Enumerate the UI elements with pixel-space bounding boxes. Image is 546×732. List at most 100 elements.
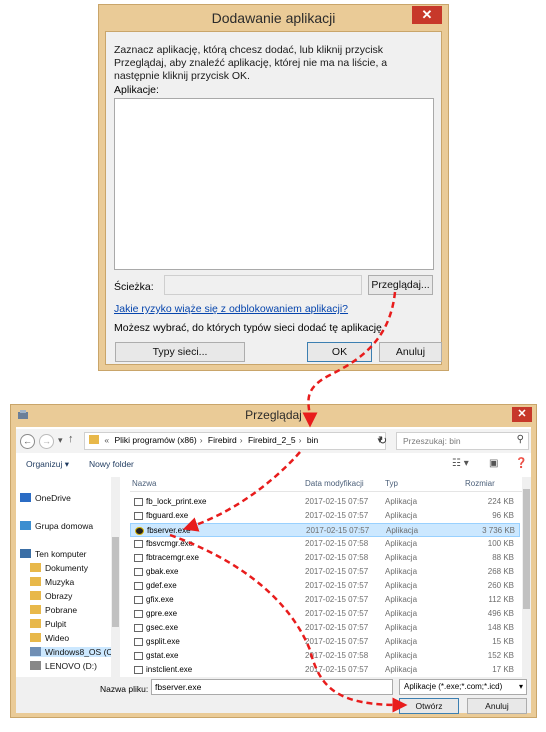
file-type: Aplikacja [385,651,418,660]
file-date: 2017-02-15 07:58 [305,539,369,548]
up-icon[interactable]: ↑ [68,433,74,445]
file-type: Aplikacja [385,595,418,604]
browse-client: ← → ▾ ↑ « Pliki programów (x86) › Firebir… [16,427,531,714]
risk-link[interactable]: Jakie ryzyko wiąże się z odblokowaniem a… [114,303,348,315]
homegroup-icon [20,521,31,530]
exe-file-icon [134,582,143,590]
cancel-button[interactable]: Anuluj [467,698,527,714]
search-placeholder: Przeszukaj: bin [403,436,461,446]
ok-button[interactable]: OK [307,342,372,362]
chevron-right-icon: › [298,435,302,445]
nav-item-label: Ten komputer [35,549,87,559]
apps-list[interactable] [114,98,434,270]
breadcrumb-program-files[interactable]: Pliki programów (x86) [114,435,196,445]
search-input[interactable]: Przeszukaj: bin ⚲ [396,432,529,450]
open-button[interactable]: Otwórz [399,698,459,714]
file-size: 152 KB [487,651,514,660]
file-type: Aplikacja [385,581,418,590]
cancel-button[interactable]: Anuluj [379,342,442,362]
organize-button[interactable]: Organizuj ▾ [26,459,69,470]
file-size: 224 KB [487,497,514,506]
search-icon[interactable]: ⚲ [517,434,524,445]
col-type[interactable]: Typ [385,479,398,488]
sort-up-icon: ˆ [210,477,213,484]
file-name: gsplit.exe [146,637,180,646]
nav-scroll-thumb[interactable] [112,537,119,627]
browse-titlebar[interactable]: Przeglądaj ✕ [11,405,536,425]
filetype-select[interactable]: Aplikacje (*.exe;*.com;*.icd) ▾ [399,679,527,695]
nav-item[interactable]: Windows8_OS (C [30,647,113,657]
file-row[interactable]: gstat.exe 2017-02-15 07:58 Aplikacja 152 KB [130,649,520,663]
header-divider [130,491,525,492]
file-row[interactable]: gsec.exe 2017-02-15 07:57 Aplikacja 148 KB [130,621,520,635]
file-size: 100 KB [487,539,514,548]
file-size: 268 KB [487,567,514,576]
nav-item[interactable]: Grupa domowa [20,521,93,531]
close-icon[interactable]: ✕ [412,6,442,24]
back-icon[interactable]: ← [20,434,35,449]
exe-file-icon [134,652,143,660]
new-folder-button[interactable]: Nowy folder [89,459,134,469]
recent-dropdown-icon[interactable]: ▾ [58,435,63,446]
file-row[interactable]: gbak.exe 2017-02-15 07:57 Aplikacja 268 KB [130,565,520,579]
file-size: 260 KB [487,581,514,590]
file-row[interactable]: fbtracemgr.exe 2017-02-15 07:58 Aplikacja 8… [130,551,520,565]
chevron-right-icon: › [239,435,243,445]
help-icon[interactable]: ❓ [515,458,527,469]
address-bar[interactable]: « Pliki programów (x86) › Firebird › Fireb… [84,432,386,450]
file-scroll-thumb[interactable] [523,489,530,609]
nav-item[interactable]: Muzyka [30,577,74,587]
nav-item-label: Windows8_OS (C [45,647,113,657]
browse-title: Przeglądaj [245,408,302,422]
network-types-button[interactable]: Typy sieci... [115,342,245,362]
file-row[interactable]: gpre.exe 2017-02-15 07:57 Aplikacja 496 KB [130,607,520,621]
file-row[interactable]: instclient.exe 2017-02-15 07:57 Aplikacja 1… [130,663,520,677]
file-row[interactable]: fb_lock_print.exe 2017-02-15 07:57 Aplikac… [130,495,520,509]
refresh-icon[interactable]: ↻ [378,434,387,447]
file-name: gdef.exe [146,581,177,590]
nav-item[interactable]: Wideo [30,633,69,643]
col-date[interactable]: Data modyfikacji [305,479,364,488]
file-date: 2017-02-15 07:57 [305,595,369,604]
view-options-icon[interactable]: ☷ ▾ [452,458,469,469]
browse-button[interactable]: Przeglądaj... [368,275,433,295]
file-size: 96 KB [492,511,514,520]
path-input[interactable] [164,275,362,295]
file-name: fbsvcmgr.exe [146,539,194,548]
file-row[interactable]: fbguard.exe 2017-02-15 07:57 Aplikacja 96 K… [130,509,520,523]
file-row[interactable]: gfix.exe 2017-02-15 07:57 Aplikacja 112 KB [130,593,520,607]
nav-scrollbar[interactable] [111,477,120,691]
nav-item[interactable]: Ten komputer [20,549,87,559]
instructions-text: Zaznacz aplikację, którą chcesz dodać, l… [114,44,388,82]
nav-item[interactable]: Dokumenty [30,563,88,573]
nav-item-label: Obrazy [45,591,73,601]
nav-item[interactable]: Obrazy [30,591,72,601]
file-date: 2017-02-15 07:58 [305,651,369,660]
nav-item[interactable]: Pulpit [30,619,66,629]
file-row[interactable]: gdef.exe 2017-02-15 07:57 Aplikacja 260 KB [130,579,520,593]
file-row[interactable]: fbsvcmgr.exe 2017-02-15 07:58 Aplikacja 100… [130,537,520,551]
preview-pane-icon[interactable]: ▣ [489,458,498,469]
breadcrumb-bin[interactable]: bin [307,435,318,445]
breadcrumb-overflow[interactable]: « [104,435,109,445]
nav-item[interactable]: OneDrive [20,493,71,503]
filename-input[interactable]: fbserver.exe [151,679,393,695]
breadcrumb-firebird[interactable]: Firebird [208,435,237,445]
col-name[interactable]: Nazwa [132,479,156,488]
add-app-titlebar[interactable]: Dodawanie aplikacji ✕ [99,5,448,31]
nav-item[interactable]: LENOVO (D:) [30,661,97,671]
close-icon[interactable]: ✕ [512,407,532,422]
add-app-client: Zaznacz aplikację, którą chcesz dodać, l… [105,31,442,365]
nav-item-label: Muzyka [45,577,75,587]
file-row[interactable]: fbserver.exe 2017-02-15 07:57 Aplikacja 3 7… [130,523,520,537]
forward-icon[interactable]: → [39,434,54,449]
file-size: 3 736 KB [482,526,515,535]
col-size[interactable]: Rozmiar [465,479,495,488]
file-scrollbar[interactable] [522,477,531,693]
breadcrumb-firebird-2-5[interactable]: Firebird_2_5 [248,435,296,445]
command-bar: Organizuj ▾ Nowy folder ☷ ▾ ▣ ❓ [16,455,531,475]
file-type: Aplikacja [385,497,418,506]
file-row[interactable]: gsplit.exe 2017-02-15 07:57 Aplikacja 15 KB [130,635,520,649]
nav-item[interactable]: Pobrane [30,605,77,615]
file-size: 88 KB [492,553,514,562]
